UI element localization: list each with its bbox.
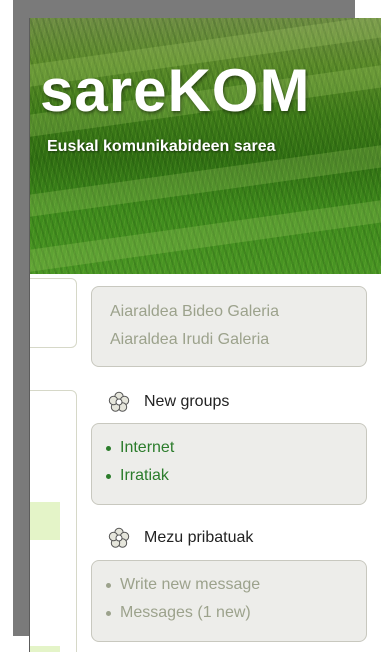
section-title: New groups bbox=[144, 393, 230, 410]
site-tagline: Euskal komunikabideen sarea bbox=[47, 138, 276, 155]
new-groups-heading: New groups bbox=[108, 391, 229, 413]
flower-icon bbox=[108, 391, 130, 412]
left-column-highlight bbox=[30, 502, 60, 540]
list-item: Internet bbox=[92, 434, 366, 462]
galleries-box: Aiaraldea Bideo Galeria Aiaraldea Irudi … bbox=[91, 286, 367, 367]
header-banner: sareKOM Euskal komunikabideen sarea bbox=[30, 18, 381, 277]
private-messages-box: Write new message Messages (1 new) bbox=[91, 560, 367, 642]
gallery-link[interactable]: Aiaraldea Irudi Galeria bbox=[92, 326, 366, 354]
group-link[interactable]: Internet bbox=[120, 434, 174, 462]
private-messages-heading: Mezu pribatuak bbox=[108, 527, 253, 549]
left-column-highlight bbox=[30, 646, 60, 652]
bullet-icon bbox=[106, 473, 111, 479]
new-groups-box: Internet Irratiak bbox=[91, 423, 367, 505]
list-item: Aiaraldea Bideo Galeria bbox=[92, 298, 366, 326]
bullet-icon bbox=[106, 582, 111, 588]
bullet-icon bbox=[106, 445, 111, 451]
list-item: Write new message bbox=[92, 571, 366, 599]
list-item: Messages (1 new) bbox=[92, 599, 366, 627]
site-title[interactable]: sareKOM bbox=[40, 56, 310, 125]
flower-icon bbox=[108, 527, 130, 548]
left-column-box bbox=[30, 278, 77, 348]
gallery-link[interactable]: Aiaraldea Bideo Galeria bbox=[92, 298, 366, 326]
list-item: Aiaraldea Irudi Galeria bbox=[92, 326, 366, 354]
section-title: Mezu pribatuak bbox=[144, 529, 254, 546]
write-message-link[interactable]: Write new message bbox=[120, 571, 260, 599]
bullet-icon bbox=[106, 610, 111, 616]
page: sareKOM Euskal komunikabideen sarea Aiar… bbox=[30, 18, 381, 652]
messages-link[interactable]: Messages (1 new) bbox=[120, 599, 251, 627]
list-item: Irratiak bbox=[92, 462, 366, 490]
group-link[interactable]: Irratiak bbox=[120, 462, 169, 490]
